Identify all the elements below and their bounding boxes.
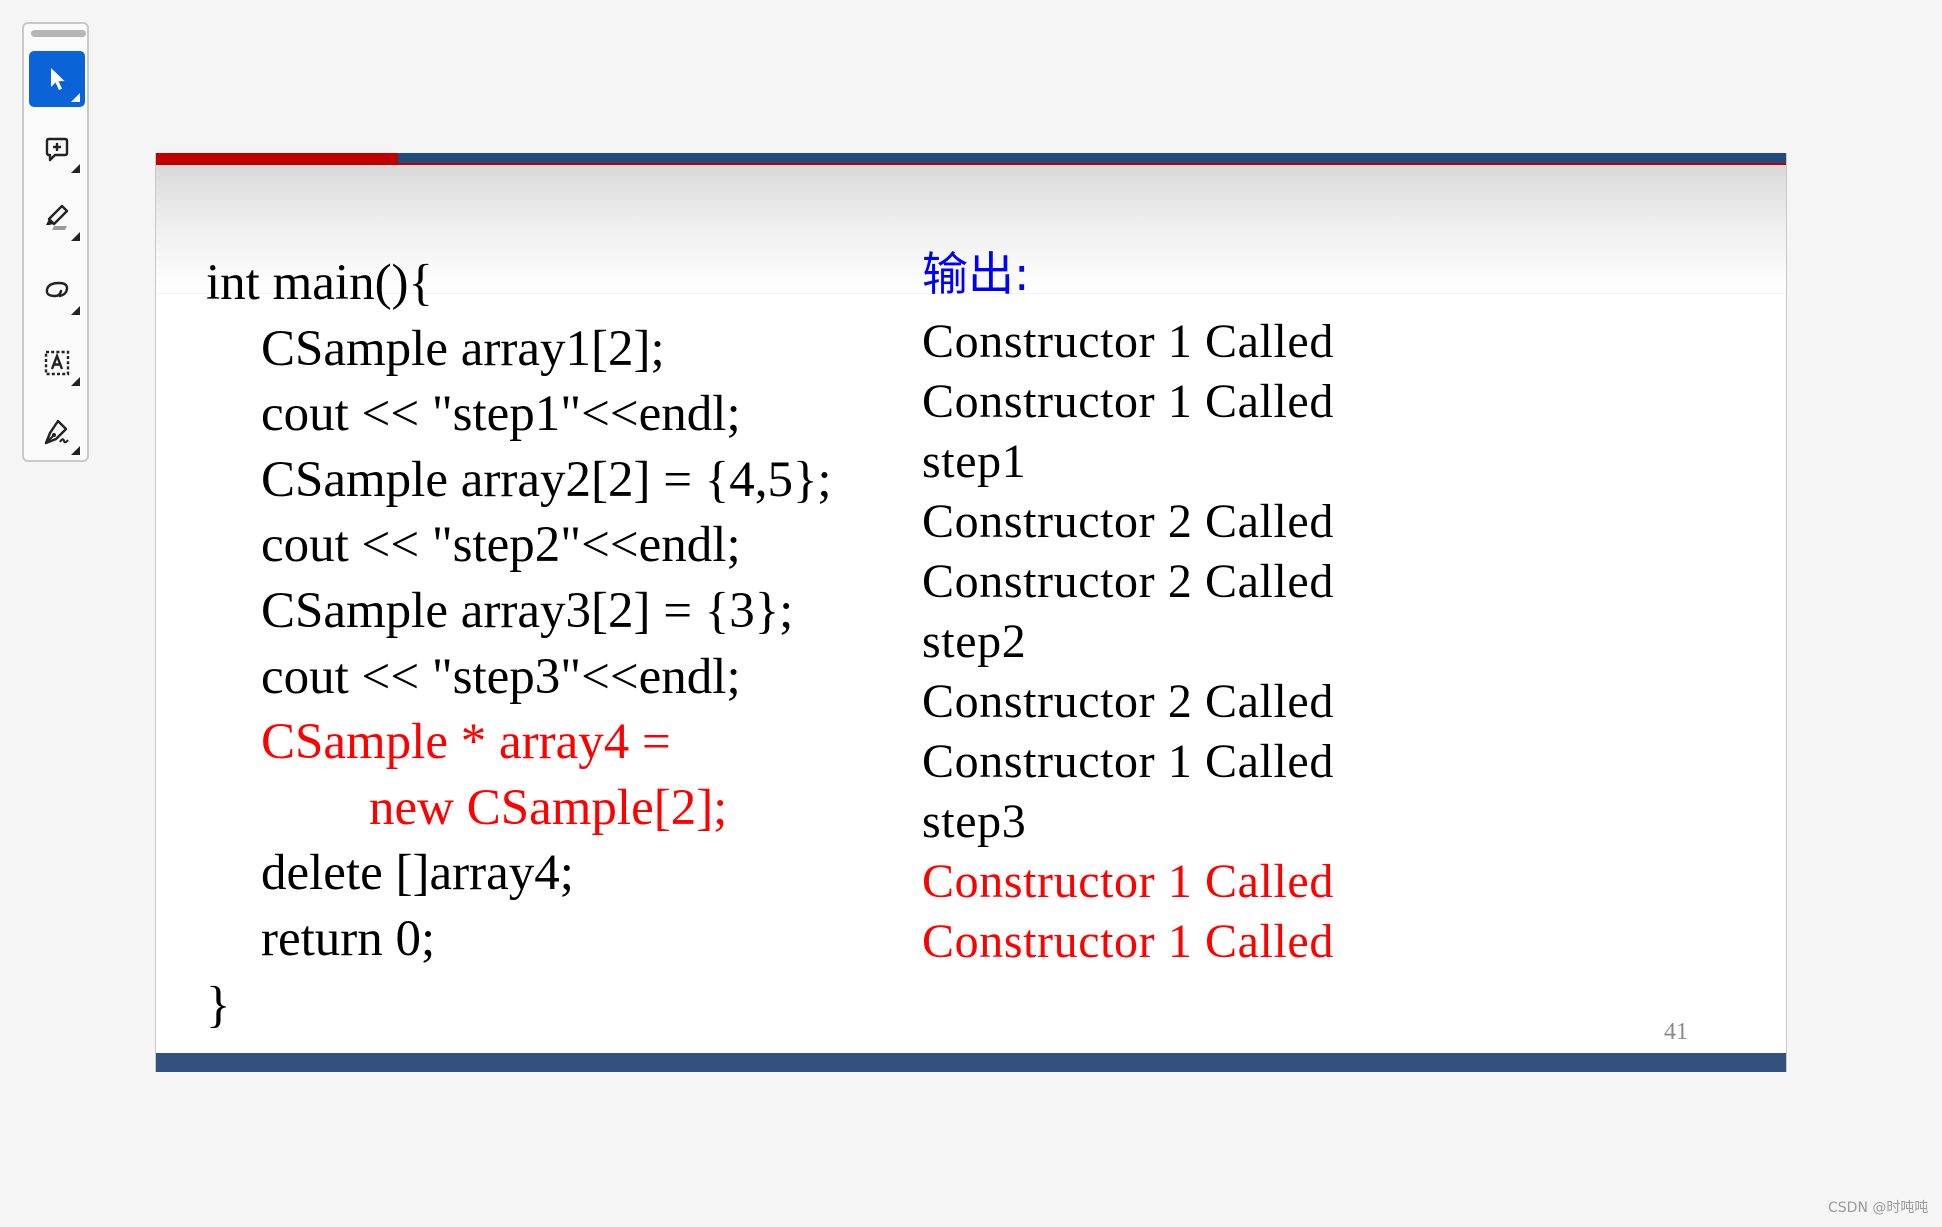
code-line: return 0; bbox=[261, 911, 436, 967]
page-number: 41 bbox=[1664, 1019, 1688, 1045]
output-line: step1 bbox=[922, 435, 1027, 488]
tool-options-indicator bbox=[71, 306, 80, 315]
code-line: cout << "step3"<<endl; bbox=[261, 648, 741, 705]
slide-page: int main(){ CSample array1[2]; cout << "st… bbox=[155, 153, 1787, 1072]
select-tool-button[interactable] bbox=[29, 51, 85, 107]
cursor-arrow-icon bbox=[51, 68, 65, 90]
tool-options-indicator bbox=[71, 377, 80, 386]
output-title: 输出: bbox=[922, 247, 1030, 301]
code-line: CSample array1[2]; bbox=[261, 320, 665, 377]
sign-tool-button[interactable] bbox=[29, 404, 85, 460]
highlight-tool-button[interactable] bbox=[29, 190, 85, 246]
code-line: new CSample[2]; bbox=[369, 779, 728, 836]
bottom-bar bbox=[156, 1053, 1786, 1072]
highlighter-icon bbox=[46, 204, 69, 230]
annotation-toolbar bbox=[22, 22, 89, 462]
output-line: Constructor 1 Called bbox=[922, 315, 1334, 368]
tool-options-indicator bbox=[71, 93, 80, 102]
code-line: cout << "step1"<<endl; bbox=[261, 386, 741, 443]
text-box-icon bbox=[44, 350, 70, 376]
pen-signature-icon bbox=[44, 419, 69, 445]
output-line: Constructor 1 Called bbox=[922, 915, 1334, 968]
output-line: step2 bbox=[922, 615, 1027, 668]
comment-plus-icon bbox=[45, 137, 69, 162]
output-line: Constructor 2 Called bbox=[922, 675, 1334, 728]
code-line: delete []array4; bbox=[261, 845, 574, 902]
output-line: step3 bbox=[922, 795, 1027, 848]
top-bar-accent-blue bbox=[398, 153, 1786, 165]
code-line: CSample * array4 = bbox=[261, 714, 671, 771]
watermark: CSDN @时吨吨 bbox=[1828, 1200, 1929, 1216]
code-line: CSample array2[2] = {4,5}; bbox=[261, 451, 832, 508]
code-line: CSample array3[2] = {3}; bbox=[261, 583, 794, 639]
tool-options-indicator bbox=[71, 446, 80, 455]
output-line: Constructor 1 Called bbox=[922, 375, 1334, 428]
output-line: Constructor 1 Called bbox=[922, 735, 1334, 788]
output-line: Constructor 2 Called bbox=[922, 555, 1334, 608]
code-line: } bbox=[206, 976, 231, 1033]
top-bar-accent-red bbox=[156, 153, 398, 165]
tool-options-indicator bbox=[71, 164, 80, 173]
code-line: int main(){ bbox=[206, 255, 434, 311]
toolbar-drag-handle[interactable] bbox=[31, 30, 86, 37]
text-box-tool-button[interactable] bbox=[29, 335, 85, 391]
freehand-tool-button[interactable] bbox=[29, 264, 85, 320]
output-line: Constructor 2 Called bbox=[922, 495, 1334, 548]
tool-options-indicator bbox=[71, 232, 80, 241]
output-line: Constructor 1 Called bbox=[922, 855, 1334, 908]
add-comment-tool-button[interactable] bbox=[29, 122, 85, 178]
lasso-icon bbox=[45, 281, 69, 298]
code-line: cout << "step2"<<endl; bbox=[261, 517, 741, 574]
